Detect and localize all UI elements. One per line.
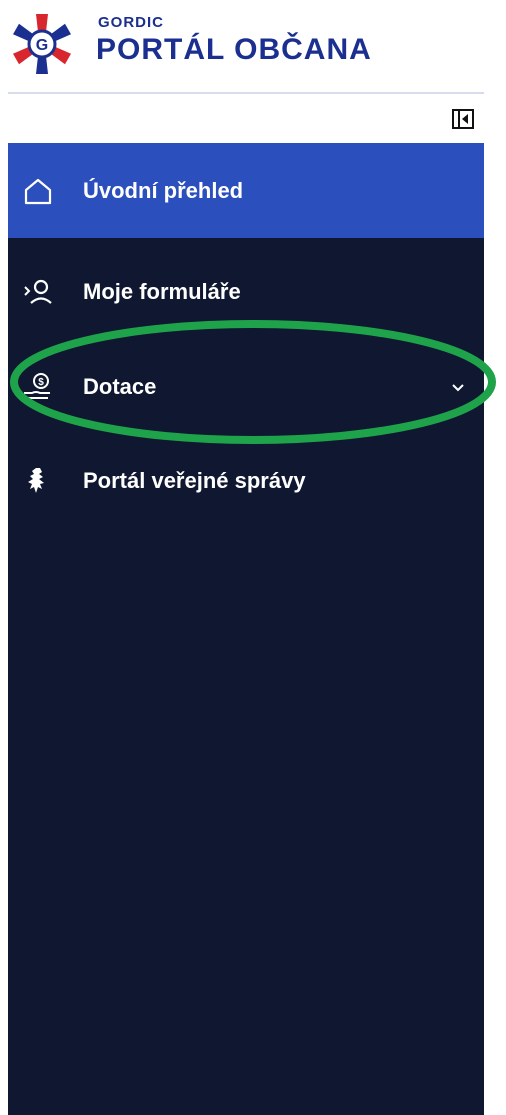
logo-letter: G bbox=[36, 37, 48, 54]
sidebar-item-subsidies[interactable]: $ Dotace bbox=[8, 339, 484, 434]
subsidy-hand-coin-icon: $ bbox=[24, 372, 50, 399]
sidebar-item-my-forms[interactable]: Moje formuláře bbox=[8, 244, 484, 339]
sidebar-item-public-admin-portal[interactable]: Portál veřejné správy bbox=[8, 433, 484, 528]
sidebar-item-label: Úvodní přehled bbox=[83, 177, 244, 203]
brand-portal-title[interactable]: PORTÁL OBČANA bbox=[96, 33, 372, 67]
home-icon bbox=[24, 178, 52, 204]
gordic-logo[interactable]: G bbox=[8, 10, 76, 78]
sidebar-item-overview[interactable]: Úvodní přehled bbox=[8, 143, 484, 238]
chevron-down-icon[interactable] bbox=[450, 379, 466, 395]
brand-company-name: GORDIC bbox=[98, 14, 164, 31]
collapse-sidebar-icon[interactable] bbox=[452, 109, 474, 129]
sidebar-item-label: Dotace bbox=[83, 373, 157, 399]
header-divider bbox=[8, 92, 484, 94]
forms-user-icon bbox=[24, 279, 52, 304]
sidebar-item-label: Moje formuláře bbox=[83, 278, 241, 304]
sidebar-item-label: Portál veřejné správy bbox=[83, 467, 306, 493]
svg-text:$: $ bbox=[38, 377, 44, 388]
app-header: G GORDIC PORTÁL OBČANA bbox=[0, 0, 484, 92]
czech-lion-icon bbox=[28, 467, 44, 493]
sidebar-nav: Úvodní přehled Moje formuláře $ Dotace P… bbox=[8, 143, 484, 1115]
